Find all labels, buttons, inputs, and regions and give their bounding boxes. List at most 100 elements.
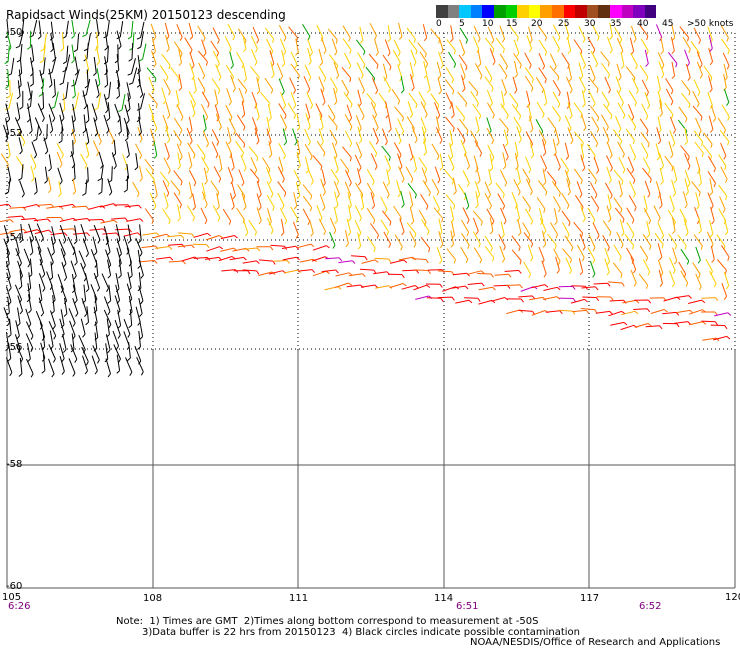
wind-barb — [175, 90, 180, 108]
legend-swatch — [598, 5, 610, 18]
wind-barb — [312, 155, 323, 171]
map-title: Rapidsact Winds(25KM) 20150123 descendin… — [6, 8, 286, 22]
wind-barb — [345, 229, 349, 248]
wind-barb — [82, 114, 87, 134]
wind-barb — [153, 141, 158, 159]
wind-barb — [255, 103, 260, 121]
wind-barb — [342, 25, 351, 42]
wind-barb — [396, 180, 401, 198]
wind-barb — [82, 90, 88, 110]
wind-barb — [384, 101, 389, 119]
wind-barb — [192, 243, 210, 249]
wind-barb — [430, 93, 440, 110]
wind-barb — [71, 19, 75, 39]
wind-barb — [173, 41, 183, 58]
wind-barb — [615, 115, 622, 133]
wind-barb — [573, 39, 583, 56]
wind-barb — [536, 197, 546, 213]
wind-barb — [444, 169, 454, 185]
wind-barb — [558, 285, 576, 290]
wind-barb — [650, 309, 668, 314]
wind-barb — [610, 321, 628, 326]
wind-barb — [243, 65, 247, 83]
wind-barb — [380, 196, 388, 214]
lon-label: 111 — [289, 593, 309, 604]
wind-barb — [98, 151, 104, 169]
wind-barb — [639, 245, 649, 262]
wind-barb — [73, 33, 80, 53]
wind-barb — [724, 218, 729, 236]
wind-barb — [165, 101, 171, 119]
wind-barb — [309, 219, 314, 237]
wind-barb — [26, 358, 34, 378]
lat-label: -50 — [6, 27, 23, 38]
wind-barb — [511, 104, 522, 120]
wind-barb — [488, 168, 492, 186]
wind-barb — [703, 65, 713, 82]
wind-barb — [695, 246, 701, 264]
wind-barb — [408, 143, 414, 161]
wind-barb — [144, 158, 154, 175]
wind-barb — [190, 100, 196, 118]
legend-swatch — [621, 5, 634, 18]
wind-barb — [370, 223, 379, 239]
wind-barb — [406, 27, 416, 43]
wind-barb — [524, 52, 532, 69]
wind-barb — [292, 128, 298, 146]
wind-barb — [214, 89, 219, 107]
wind-barb — [37, 20, 42, 40]
wind-barb — [468, 81, 479, 97]
wind-barb — [108, 166, 113, 183]
wind-barb — [717, 117, 726, 134]
wind-barb — [18, 137, 23, 155]
wind-barb — [359, 26, 364, 44]
wind-barb — [277, 166, 285, 183]
wind-barb — [426, 297, 444, 302]
wind-barb — [436, 246, 443, 264]
wind-barb — [229, 256, 247, 261]
wind-barb — [351, 255, 368, 261]
wind-barb — [186, 127, 193, 145]
wind-barb — [48, 358, 55, 378]
wind-barb — [617, 102, 626, 119]
wind-barb — [475, 191, 479, 209]
wind-barb — [642, 157, 651, 175]
wind-barb — [669, 195, 675, 213]
wind-barb — [642, 259, 651, 276]
wind-barb — [462, 207, 470, 224]
wind-barb — [625, 128, 635, 145]
wind-barb — [517, 218, 522, 237]
wind-barb — [473, 247, 483, 264]
wind-barb — [455, 105, 465, 122]
legend-swatch — [633, 5, 645, 18]
wind-barb — [383, 76, 391, 93]
wind-barb — [126, 141, 130, 159]
wind-barb — [455, 299, 473, 304]
wind-barb — [302, 195, 313, 212]
wind-barb — [57, 167, 63, 185]
wind-barb — [137, 31, 144, 50]
wind-barb — [543, 286, 561, 291]
wind-barb — [437, 270, 455, 276]
wind-barb — [500, 103, 509, 120]
wind-barb — [318, 218, 326, 236]
speed-legend: 0 5 10 15 20 25 30 35 40 45 >50 knots — [436, 5, 736, 30]
wind-barb — [489, 48, 496, 66]
wind-barb — [236, 207, 245, 224]
wind-barb — [167, 234, 185, 239]
wind-barb — [202, 130, 209, 148]
wind-barb — [489, 217, 494, 235]
wind-barb — [573, 221, 584, 238]
wind-map — [0, 18, 736, 589]
wind-barb — [412, 155, 417, 173]
wind-barb — [197, 25, 206, 42]
wind-barb — [366, 182, 375, 200]
wind-barb — [240, 154, 247, 172]
wind-barb — [409, 230, 417, 248]
wind-barb — [409, 191, 414, 209]
wind-barb — [366, 208, 376, 224]
wind-barb — [222, 208, 232, 225]
wind-barb — [279, 38, 287, 56]
wind-barb — [118, 115, 122, 135]
wind-barb — [73, 246, 78, 266]
